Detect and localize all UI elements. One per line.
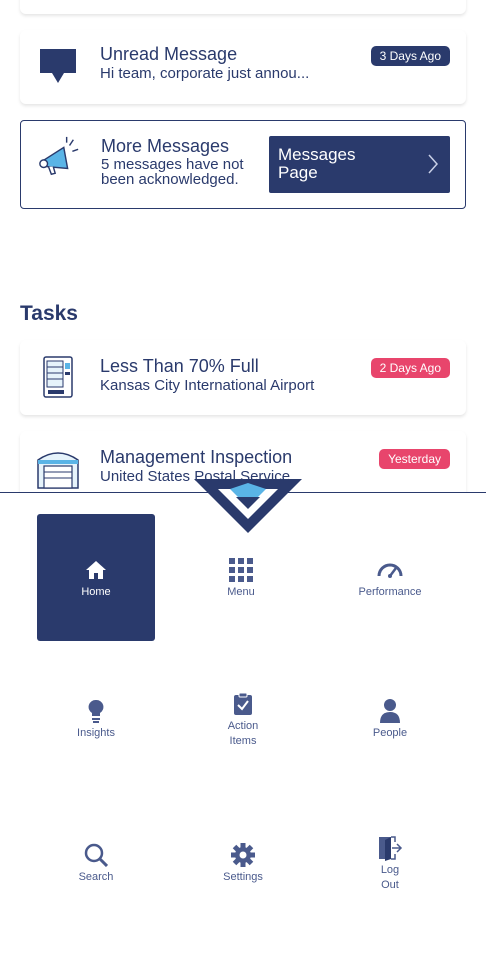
person-icon [331, 696, 449, 726]
nav-label: Insights [77, 727, 115, 739]
grid-icon [182, 555, 300, 585]
nav-label: Search [78, 871, 114, 883]
gauge-icon [331, 555, 449, 585]
more-messages-description: 5 messages have not been acknowledged. [101, 156, 244, 188]
logout-icon [331, 833, 449, 863]
nav-item-action-items[interactable]: Action Items [184, 689, 302, 749]
tasks-heading: Tasks [20, 302, 78, 325]
previous-card[interactable] [20, 0, 466, 14]
search-icon [37, 840, 155, 870]
card-title: More Messages [101, 136, 230, 156]
time-badge: 2 Days Ago [370, 358, 450, 378]
messages-page-button-label: Messages Page [278, 145, 356, 182]
nav-label: Performance [358, 586, 422, 598]
task-title: Management Inspection [100, 447, 293, 467]
nav-item-search[interactable]: Search [37, 840, 155, 885]
nav-label: Log Out [380, 864, 400, 891]
navigation-panel: Home Menu Performance Insights Action It… [0, 492, 486, 965]
more-messages-card: More Messages 5 messages have not been a… [20, 120, 466, 209]
nav-item-settings[interactable]: Settings [184, 840, 302, 885]
home-icon [37, 555, 155, 585]
nav-label: Menu [227, 586, 255, 598]
card-title: Unread Message [100, 44, 238, 64]
unread-message-card[interactable]: Unread Message Hi team, corporate just a… [20, 30, 466, 104]
nav-label: Home [81, 586, 111, 598]
nav-label: People [372, 727, 408, 739]
clipboard-check-icon [184, 689, 302, 719]
chat-bubble-icon [36, 44, 80, 88]
nav-item-insights[interactable]: Insights [37, 696, 155, 741]
nav-label: Settings [223, 871, 263, 883]
nav-label: Action Items [227, 720, 259, 747]
chevron-right-icon [428, 154, 439, 179]
task-card[interactable]: Less Than 70% Full Kansas City Internati… [20, 340, 466, 415]
nav-item-log-out[interactable]: Log Out [331, 833, 449, 893]
task-title: Less Than 70% Full [100, 356, 259, 376]
megaphone-icon [37, 135, 81, 179]
nav-item-menu[interactable]: Menu [182, 555, 300, 600]
vending-machine-icon [36, 355, 80, 399]
task-location: Kansas City International Airport [100, 377, 315, 394]
store-icon [36, 447, 80, 491]
nav-item-people[interactable]: People [331, 696, 449, 741]
brand-logo[interactable] [194, 477, 302, 538]
messages-page-button[interactable]: Messages Page [269, 136, 450, 193]
nav-item-performance[interactable]: Performance [331, 555, 449, 600]
message-preview: Hi team, corporate just annou... [100, 65, 310, 82]
time-badge: Yesterday [379, 449, 450, 469]
nav-item-home[interactable]: Home [37, 514, 155, 641]
time-badge: 3 Days Ago [370, 46, 450, 66]
gear-icon [184, 840, 302, 870]
lightbulb-icon [37, 696, 155, 726]
